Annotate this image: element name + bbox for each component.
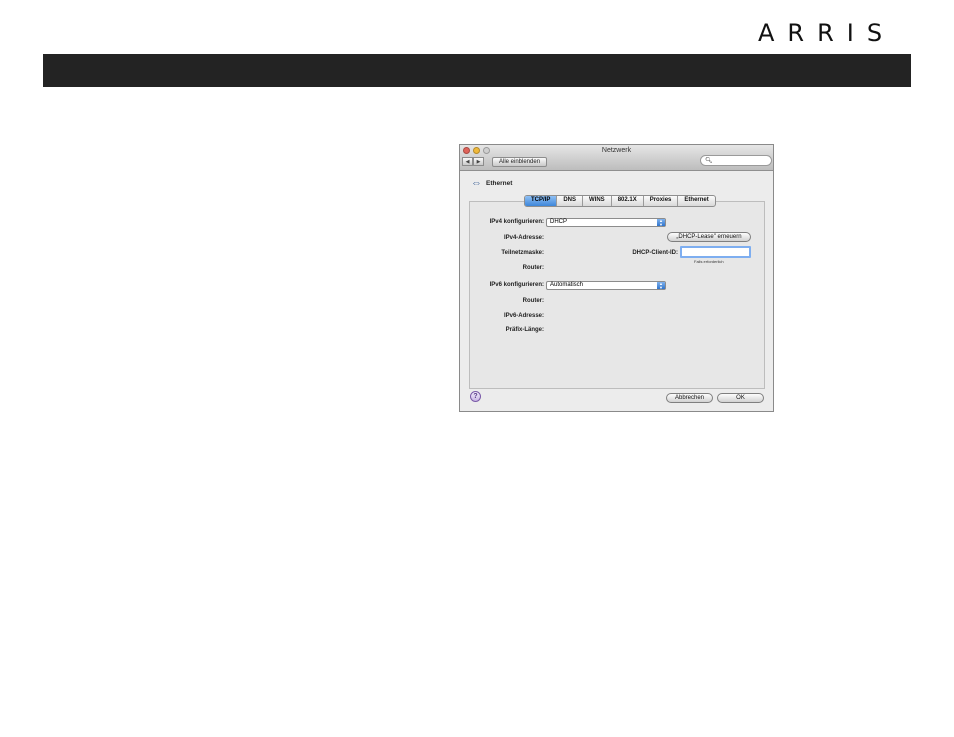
ipv6-configure-label: IPv6 konfigurieren: bbox=[489, 282, 544, 288]
dhcp-client-id-hint: Falls erforderlich bbox=[694, 259, 724, 264]
tab-content-panel bbox=[469, 201, 765, 389]
forward-arrow-icon[interactable]: ▶ bbox=[473, 157, 484, 166]
window-title: Netzwerk bbox=[601, 147, 632, 154]
ethernet-icon: ⇔ bbox=[471, 177, 482, 189]
popup-arrows-icon: ▲ ▼ bbox=[657, 219, 665, 226]
search-input[interactable]: 🔍︎ bbox=[700, 155, 772, 166]
search-icon: 🔍︎ bbox=[705, 158, 713, 164]
ipv4-address-label: IPv4-Adresse: bbox=[503, 235, 544, 241]
popup-arrows-icon: ▲ ▼ bbox=[657, 282, 665, 289]
header-bar bbox=[43, 54, 911, 87]
window-titlebar: Netzwerk ◀ ▶ Alle einblenden 🔍︎ bbox=[460, 145, 773, 171]
tab-proxies[interactable]: Proxies bbox=[644, 196, 679, 206]
ok-button[interactable]: OK bbox=[717, 393, 764, 403]
nav-buttons: ◀ ▶ bbox=[462, 157, 484, 166]
tab-ethernet[interactable]: Ethernet bbox=[678, 196, 714, 206]
interface-name: Ethernet bbox=[486, 179, 513, 187]
cancel-button[interactable]: Abbrechen bbox=[666, 393, 713, 403]
tab-bar: TCP/IP DNS WINS 802.1X Proxies Ethernet bbox=[524, 195, 716, 207]
network-preferences-window: Netzwerk ◀ ▶ Alle einblenden 🔍︎ ⇔ Ethern… bbox=[459, 144, 774, 412]
tab-dns[interactable]: DNS bbox=[557, 196, 584, 206]
show-all-button[interactable]: Alle einblenden bbox=[492, 157, 548, 167]
tab-8021x[interactable]: 802.1X bbox=[612, 196, 644, 206]
renew-dhcp-lease-button[interactable]: „DHCP-Lease" erneuern bbox=[667, 232, 751, 242]
subnet-mask-label: Teilnetzmaske: bbox=[501, 250, 544, 256]
ipv6-configure-select[interactable]: Automatisch ▲ ▼ bbox=[546, 281, 666, 290]
tab-tcpip[interactable]: TCP/IP bbox=[525, 196, 558, 206]
back-arrow-icon[interactable]: ◀ bbox=[462, 157, 473, 166]
ipv4-configure-select[interactable]: DHCP ▲ ▼ bbox=[546, 218, 666, 227]
ipv6-address-label: IPv6-Adresse: bbox=[503, 313, 544, 319]
dhcp-client-id-label: DHCP-Client-ID: bbox=[632, 250, 678, 256]
prefix-length-label: Präfix-Länge: bbox=[505, 327, 544, 333]
ipv6-configure-value: Automatisch bbox=[550, 282, 584, 288]
ipv6-router-label: Router: bbox=[522, 298, 544, 304]
ipv4-configure-label: IPv4 konfigurieren: bbox=[489, 219, 544, 225]
ipv4-configure-value: DHCP bbox=[550, 219, 568, 225]
dhcp-client-id-field[interactable] bbox=[680, 246, 751, 258]
help-button[interactable]: ? bbox=[470, 391, 481, 402]
interface-header: ⇔ Ethernet bbox=[471, 177, 513, 189]
router-label: Router: bbox=[522, 265, 544, 271]
brand-name: ARRIS bbox=[758, 19, 895, 46]
arris-logo: ARRIS bbox=[758, 19, 895, 46]
tab-wins[interactable]: WINS bbox=[583, 196, 612, 206]
